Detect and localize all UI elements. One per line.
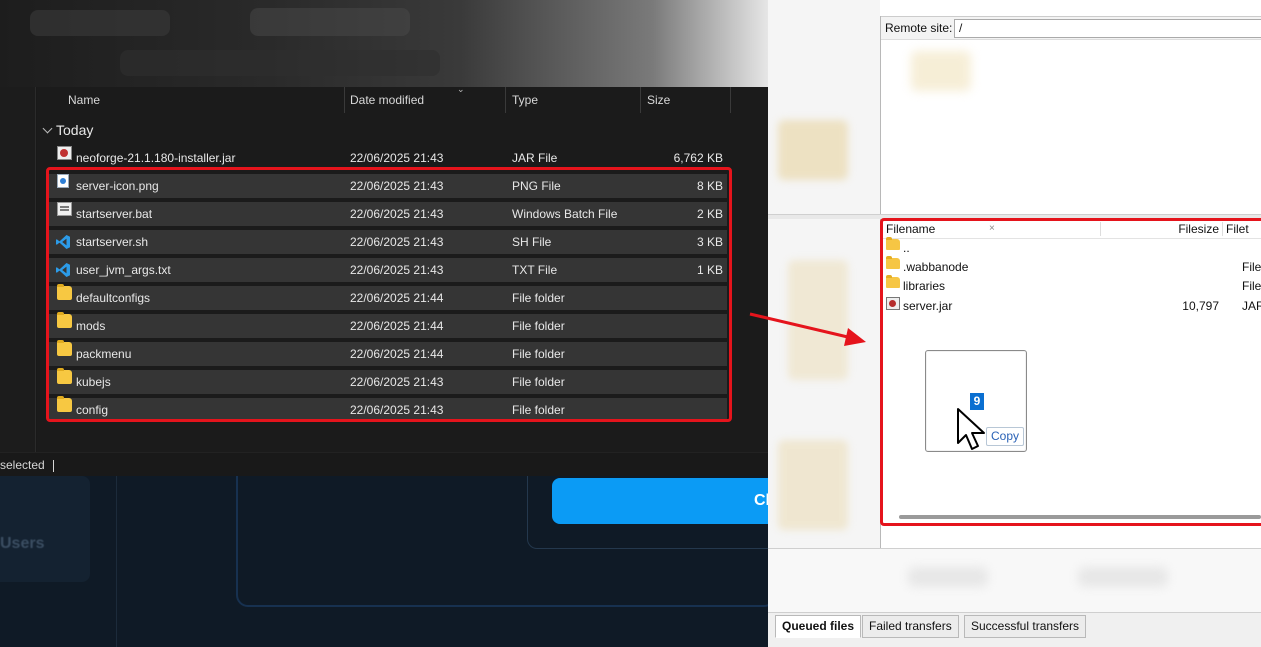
- status-divider: [52, 459, 54, 472]
- column-header-name[interactable]: Name: [68, 87, 100, 113]
- selection-highlight-box: [46, 167, 732, 422]
- tab-failed-transfers[interactable]: Failed transfers: [862, 615, 959, 638]
- chevron-down-icon: [42, 123, 53, 133]
- group-header-today[interactable]: Today: [42, 122, 94, 138]
- sort-chevron-icon: ⌄: [457, 84, 465, 94]
- dashboard-side-card: [0, 476, 90, 582]
- transfer-queue-tabs: Queued files Failed transfers Successful…: [768, 612, 1261, 647]
- column-header-type[interactable]: Type: [512, 87, 538, 113]
- dashboard-divider: [116, 476, 117, 647]
- navigation-pane[interactable]: [0, 87, 36, 452]
- blurred-header: [0, 0, 768, 88]
- message-log-blurred: [768, 548, 1261, 612]
- remote-site-bar: Remote site: /: [881, 16, 1261, 40]
- group-label: Today: [56, 122, 94, 138]
- file-explorer-window: Name Date modified ⌄ Type Size Today neo…: [0, 84, 768, 476]
- tab-successful-transfers[interactable]: Successful transfers: [964, 615, 1087, 638]
- dashboard-action-button[interactable]: Cl: [552, 478, 782, 524]
- red-arrow-icon: [749, 312, 866, 346]
- column-separator[interactable]: [730, 87, 731, 113]
- column-header-size[interactable]: Size: [647, 87, 670, 113]
- column-separator[interactable]: [505, 87, 506, 113]
- column-separator[interactable]: [640, 87, 641, 113]
- column-separator[interactable]: [344, 87, 345, 113]
- drag-action-label: Copy: [986, 427, 1025, 446]
- jar-icon: [57, 146, 72, 160]
- remote-directory-tree[interactable]: [881, 41, 1261, 215]
- dashboard-users-label: Users: [0, 535, 45, 552]
- status-text: selected: [0, 458, 45, 472]
- tab-queued-files[interactable]: Queued files: [775, 615, 862, 638]
- status-bar: selected: [0, 452, 768, 476]
- column-header-date[interactable]: Date modified: [350, 87, 424, 113]
- remote-site-input[interactable]: /: [954, 19, 1261, 38]
- mouse-pointer-icon: [957, 408, 985, 450]
- remote-site-label: Remote site:: [885, 21, 953, 35]
- local-pane-blurred: [768, 0, 880, 548]
